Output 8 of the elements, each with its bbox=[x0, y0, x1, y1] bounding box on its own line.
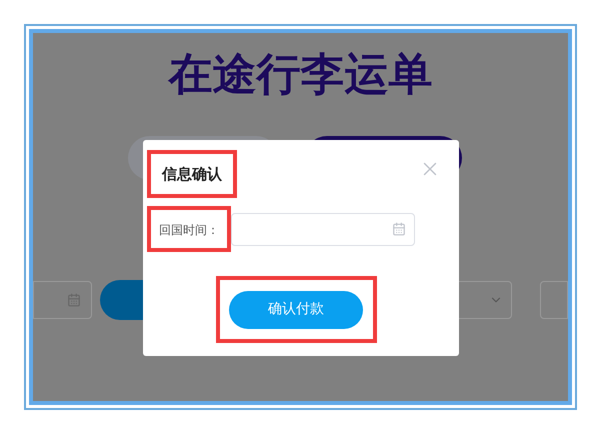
field-label: 回国时间： bbox=[159, 223, 219, 237]
input-field[interactable] bbox=[540, 281, 568, 319]
dialog-title: 信息确认 bbox=[162, 165, 222, 183]
date-field[interactable] bbox=[33, 281, 92, 319]
confirm-payment-button[interactable]: 确认付款 bbox=[229, 290, 363, 328]
calendar-icon bbox=[392, 222, 406, 236]
page-title: 在途行李运单 bbox=[168, 48, 432, 102]
calendar-icon bbox=[67, 293, 82, 307]
